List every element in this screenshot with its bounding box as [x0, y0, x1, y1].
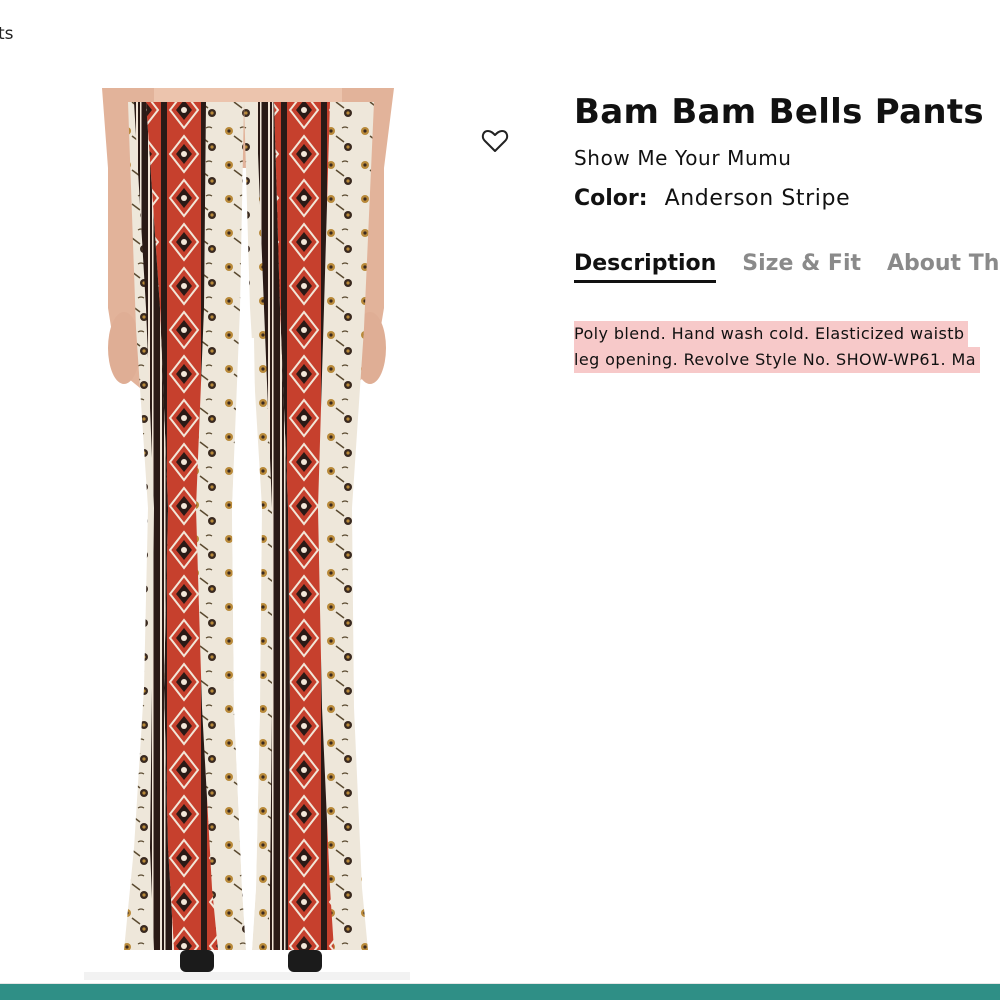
- tab-about-the-brand[interactable]: About The: [887, 251, 1000, 283]
- product-info: Bam Bam Bells Pants Show Me Your Mumu Co…: [574, 92, 1000, 373]
- wishlist-heart-icon[interactable]: [480, 126, 510, 156]
- tab-description[interactable]: Description: [574, 251, 717, 283]
- color-value: Anderson Stripe: [664, 186, 851, 211]
- color-row: Color: Anderson Stripe: [574, 186, 1000, 211]
- brand-name[interactable]: Show Me Your Mumu: [574, 146, 1000, 170]
- tab-size-fit[interactable]: Size & Fit: [742, 251, 861, 283]
- product-page: ts Bam Bam Bells Pants Show Me Your Mumu…: [0, 0, 1000, 1000]
- description-line: leg opening. Revolve Style No. SHOW-WP61…: [574, 347, 980, 373]
- color-label: Color:: [574, 186, 648, 211]
- description-line: Poly blend. Hand wash cold. Elasticized …: [574, 321, 969, 347]
- product-title: Bam Bam Bells Pants: [574, 92, 984, 132]
- product-tabs: Description Size & Fit About The: [574, 251, 1000, 283]
- description-text: Poly blend. Hand wash cold. Elasticized …: [574, 321, 1000, 373]
- breadcrumb[interactable]: ts: [0, 24, 14, 44]
- bottom-bar: [0, 983, 1000, 1000]
- product-image[interactable]: [84, 88, 410, 980]
